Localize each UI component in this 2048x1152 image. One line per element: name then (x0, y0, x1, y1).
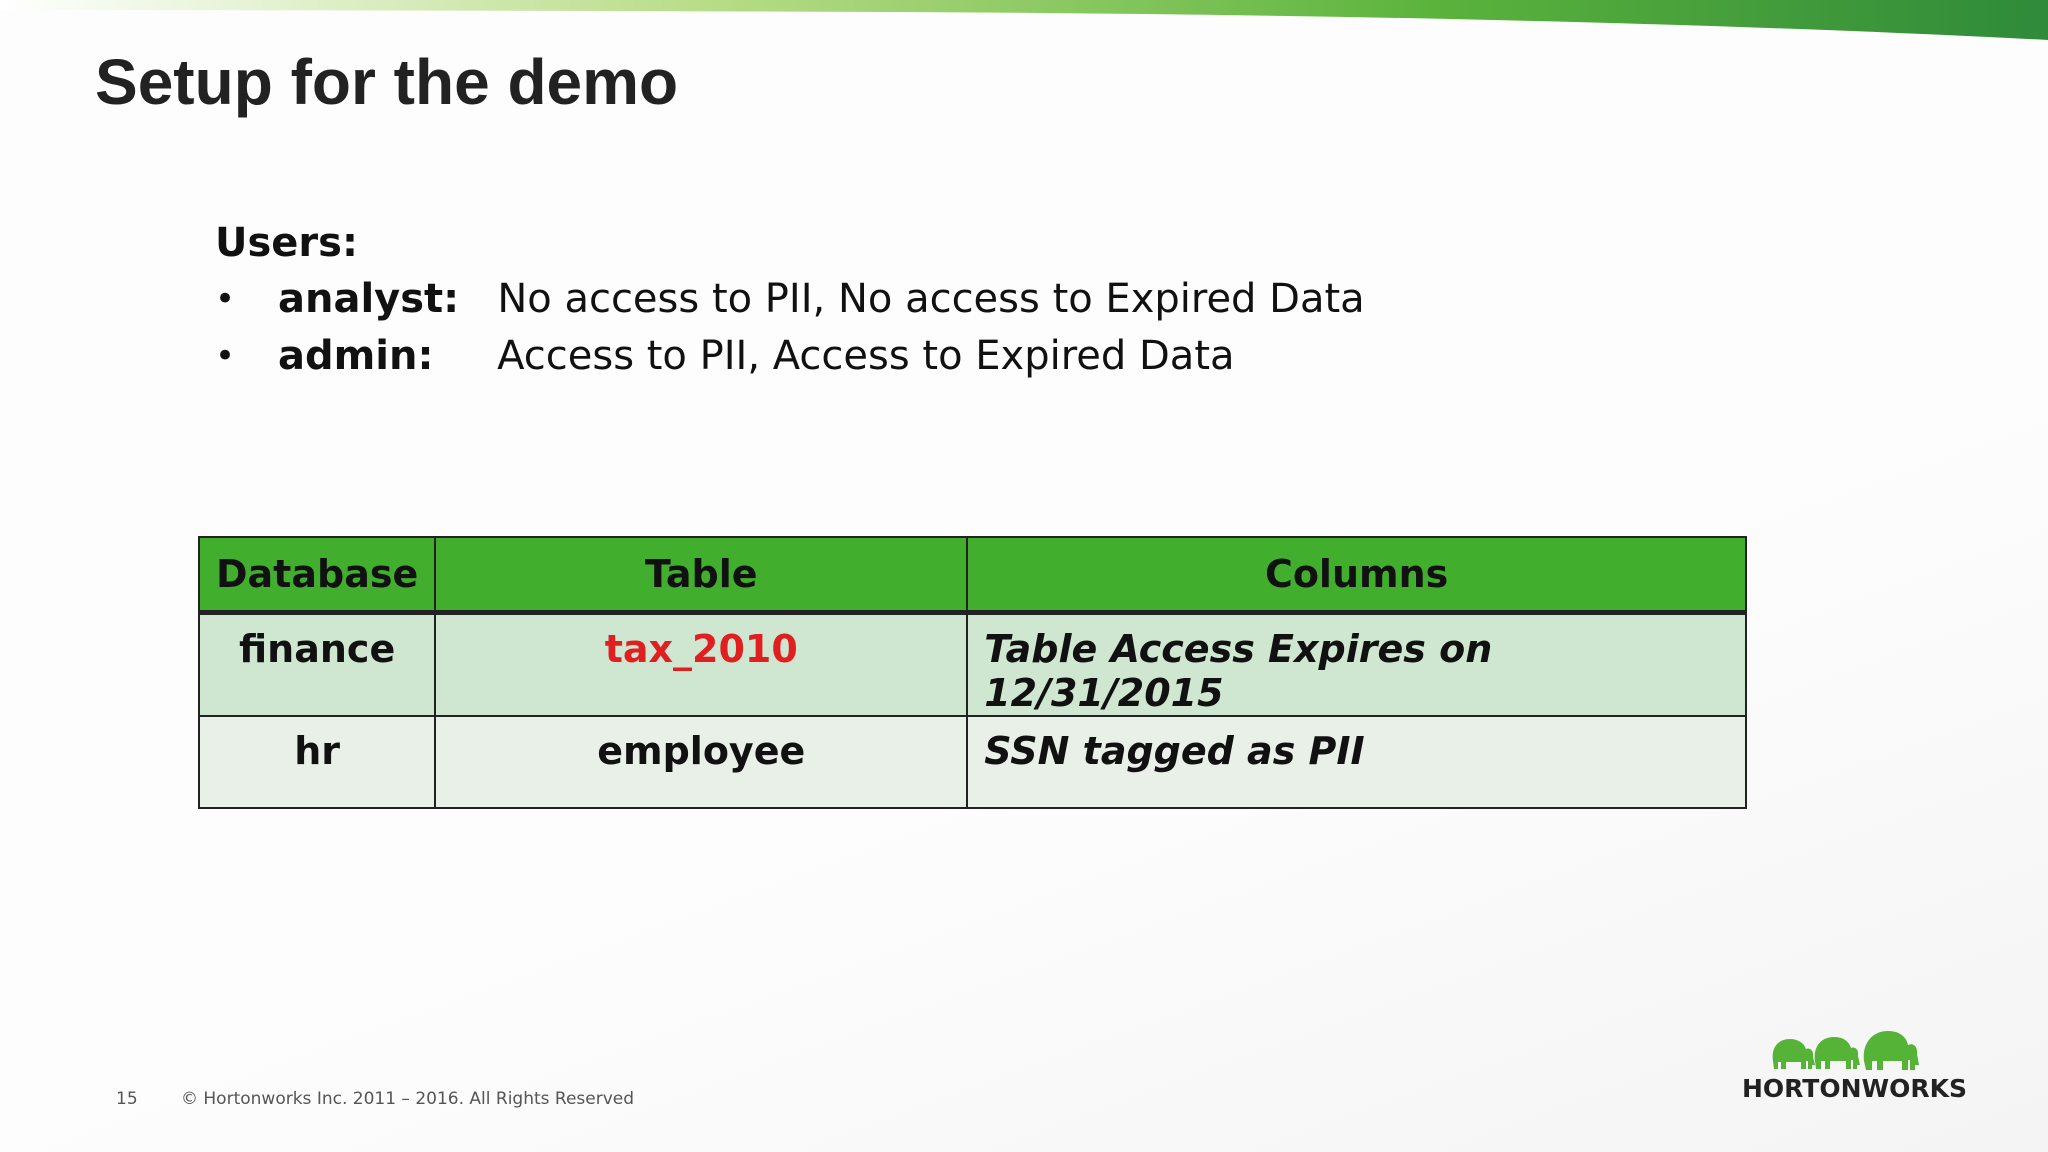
cell-table: employee (434, 715, 969, 809)
list-item: • admin: Access to PII, Access to Expire… (215, 328, 1365, 385)
table-header-row: Database Table Columns (197, 536, 1747, 615)
slide: Setup for the demo Users: • analyst: No … (0, 0, 2048, 1152)
user-name: analyst: (278, 276, 460, 322)
top-gradient-band (0, 0, 2048, 40)
setup-table: Database Table Columns finance tax_2010 … (197, 536, 1747, 809)
column-header-table: Table (434, 536, 969, 615)
cell-columns: Table Access Expires on 12/31/2015 (966, 611, 1747, 717)
users-heading: Users: (215, 220, 358, 266)
column-header-database: Database (197, 536, 437, 615)
list-item: • analyst: No access to PII, No access t… (215, 271, 1365, 328)
user-name: admin: (278, 333, 434, 379)
cell-database: finance (197, 611, 437, 717)
cell-table: tax_2010 (434, 611, 969, 717)
column-header-columns: Columns (966, 536, 1747, 615)
user-description: Access to PII, Access to Expired Data (497, 333, 1235, 379)
table-row: hr employee SSN tagged as PII (197, 715, 1747, 809)
elephants-logo-icon (1772, 1031, 1919, 1070)
cell-database: hr (197, 715, 437, 809)
page-number: 15 (116, 1089, 138, 1109)
user-list: • analyst: No access to PII, No access t… (215, 271, 1365, 385)
hortonworks-logo: HORTONWORKS (1742, 1031, 1967, 1103)
bullet-icon: • (215, 336, 236, 376)
table-row: finance tax_2010 Table Access Expires on… (197, 611, 1747, 717)
logo-text: HORTONWORKS (1742, 1074, 1967, 1103)
users-section: Users: • analyst: No access to PII, No a… (215, 215, 1365, 385)
bullet-icon: • (215, 279, 236, 319)
copyright-text: © Hortonworks Inc. 2011 – 2016. All Righ… (181, 1089, 635, 1109)
cell-columns: SSN tagged as PII (966, 715, 1747, 809)
slide-title: Setup for the demo (95, 46, 679, 118)
user-description: No access to PII, No access to Expired D… (497, 276, 1365, 322)
